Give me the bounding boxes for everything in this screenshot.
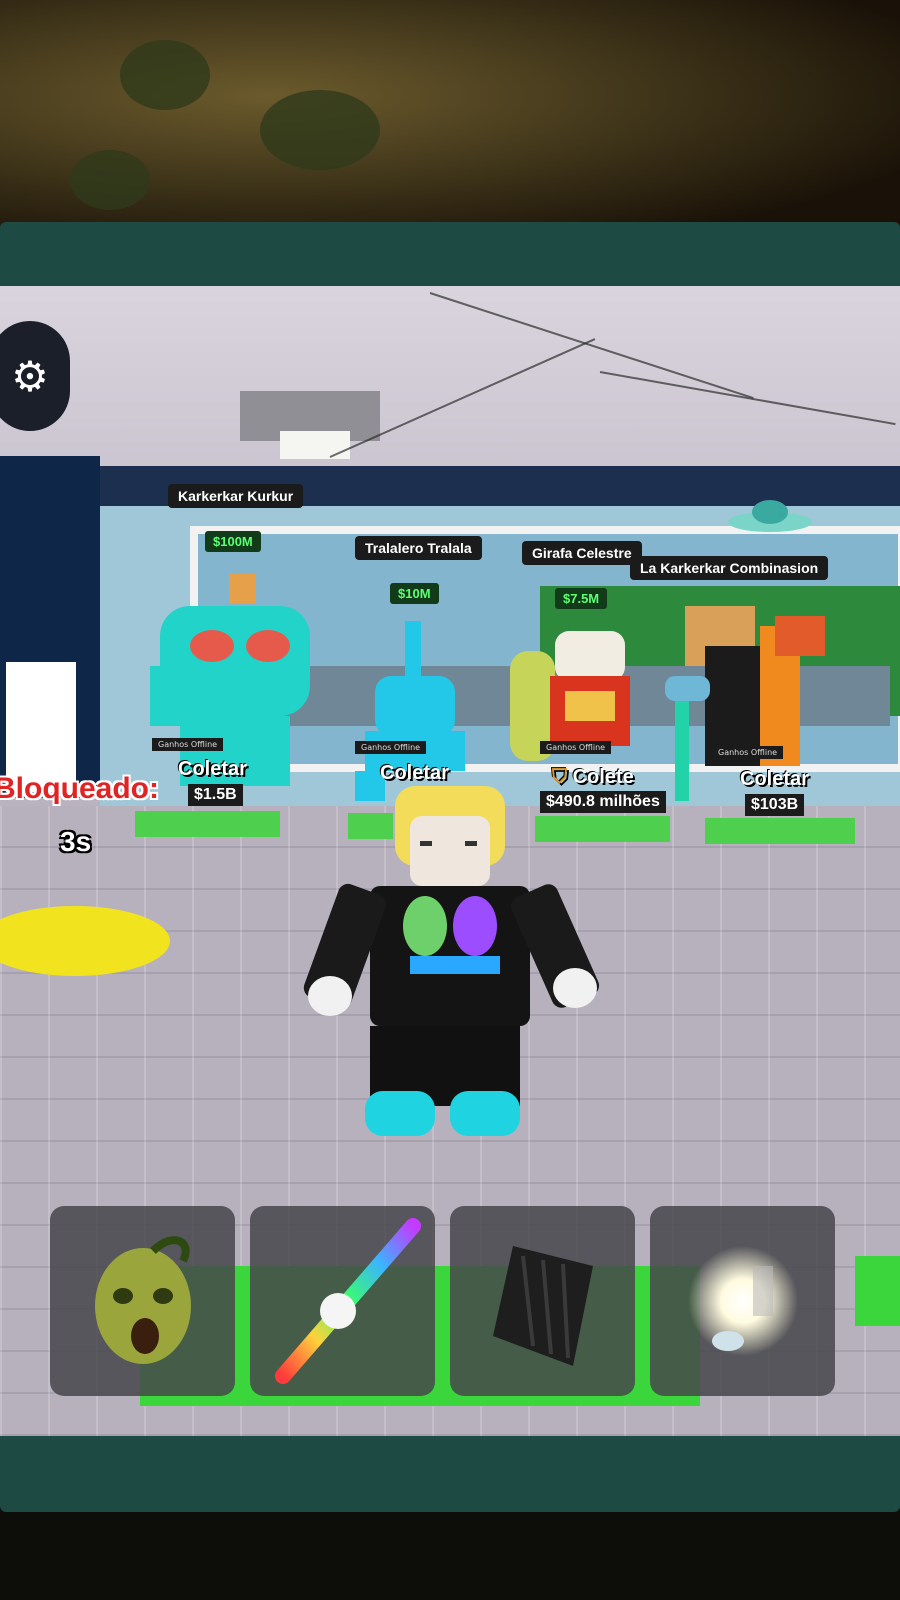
- base-lock-timer: 3s: [60, 826, 92, 857]
- settings-button[interactable]: ⚙: [0, 321, 70, 431]
- ceiling: [0, 286, 900, 496]
- base-locked-label: Bloqueado:: [0, 772, 159, 805]
- hotbar-slot-3[interactable]: [450, 1206, 635, 1396]
- ceiling-lamp: [240, 391, 380, 459]
- collect-label[interactable]: Coletar: [740, 768, 809, 791]
- offline-tag: Ganhos Offline: [152, 738, 224, 751]
- ufo-icon: [728, 500, 812, 532]
- zombie-head-icon: [94, 1236, 191, 1364]
- hotbar-slot-4[interactable]: [650, 1206, 835, 1396]
- player-avatar: [303, 786, 600, 1136]
- brainrot-statue: [510, 631, 630, 761]
- brainrot-name: Karkerkar Kurkur: [168, 484, 304, 508]
- collect-label[interactable]: Coletar: [178, 758, 247, 781]
- offline-tag: Ganhos Offline: [712, 746, 784, 759]
- collect-amount: $103B: [745, 794, 805, 816]
- hotbar-slot-2[interactable]: [250, 1206, 435, 1396]
- background-photo-bottom: [0, 1500, 900, 1600]
- base-sign: [0, 456, 100, 798]
- brainrot-rate: $10M: [390, 583, 439, 604]
- hotbar-slot-1[interactable]: [50, 1206, 235, 1396]
- hotbar: [40, 1206, 900, 1416]
- collect-podium[interactable]: [705, 818, 855, 844]
- hotbar-edge: [855, 1256, 900, 1326]
- brainrot-name: Tralalero Tralala: [355, 536, 482, 560]
- collect-amount: $1.5B: [188, 784, 243, 806]
- brainrot-rate: $7.5M: [555, 588, 608, 609]
- offline-tag: Ganhos Offline: [355, 741, 427, 754]
- brainrot-name: Girafa Celestre: [522, 541, 642, 565]
- rainbow-bat-icon: [274, 1218, 421, 1384]
- gear-icon: ⚙: [11, 351, 49, 401]
- game-viewport: ⚙ Karkerkar Kurkur $100M Ganhos Offline …: [0, 286, 900, 1436]
- offline-tag: Ganhos Offline: [540, 741, 612, 754]
- collect-podium[interactable]: [135, 811, 280, 837]
- invisibility-cloak-icon: [492, 1246, 593, 1366]
- glowing-orb-icon: [687, 1246, 798, 1356]
- brainrot-rate: $100M: [205, 531, 261, 552]
- brainrot-name: La Karkerkar Combinasion: [630, 556, 829, 580]
- background-photo-top: [0, 0, 900, 240]
